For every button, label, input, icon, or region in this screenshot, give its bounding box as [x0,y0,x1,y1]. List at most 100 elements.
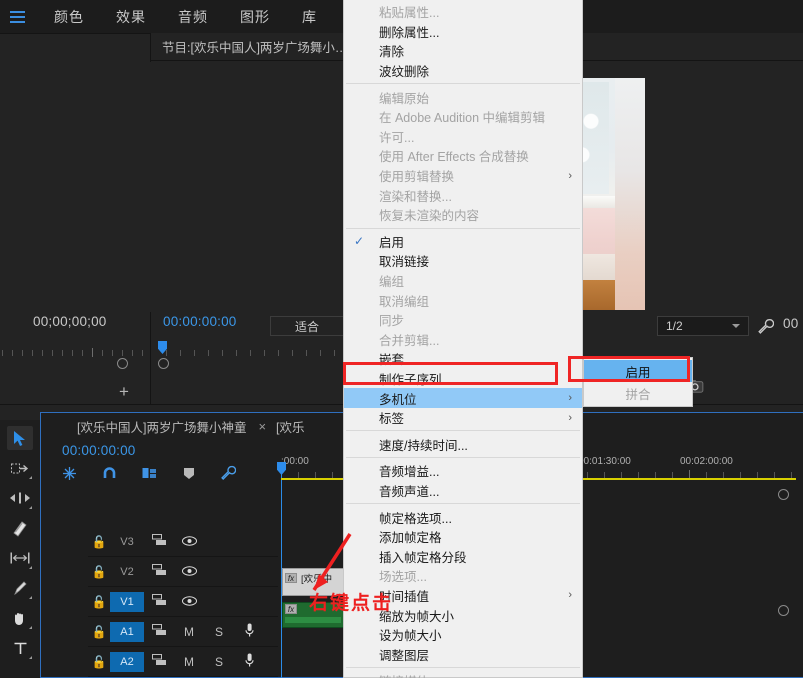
mic-icon[interactable] [234,623,264,640]
menu-item-color[interactable]: 颜色 [38,0,100,33]
track-header-v2[interactable]: 🔓 V2 [88,557,278,587]
resolution-dropdown[interactable]: 1/2 [657,316,749,336]
source-scrub-handle[interactable] [117,358,128,369]
context-menu-item-14[interactable]: 取消链接 [344,251,582,271]
context-menu-item-5: 编辑原始 [344,87,582,107]
track-name-v3[interactable]: V3 [110,532,144,552]
track-header-list: 🔓 V3 🔓 V2 🔓 V1 [88,527,278,678]
program-scrub-handle[interactable] [158,358,169,369]
context-menu-item-13[interactable]: ✓启用 [344,232,582,252]
program-timecode[interactable]: 00:00:00:00 [163,314,237,329]
source-timecode[interactable]: 00;00;00;00 [33,314,107,329]
mute-button[interactable]: M [174,655,204,669]
source-panel-top-divider [0,33,150,34]
timeline-scroll-handle-top[interactable] [778,489,789,500]
hand-tool-icon[interactable] [7,606,33,630]
solo-button[interactable]: S [204,625,234,639]
track-name-v1[interactable]: V1 [110,592,144,612]
timeline-tab-secondary[interactable]: [欢乐 [276,417,304,436]
track-header-v1[interactable]: 🔓 V1 [88,587,278,617]
menu-item-library[interactable]: 库 [286,0,333,33]
context-menu-item-24[interactable]: 速度/持续时间... [344,434,582,454]
source-ruler[interactable] [0,348,148,358]
context-menu-item-30[interactable]: 添加帧定格 [344,527,582,547]
track-name-a2[interactable]: A2 [110,652,144,672]
mute-button[interactable]: M [174,625,204,639]
solo-button[interactable]: S [204,655,234,669]
menu-icon[interactable] [0,11,34,23]
ripple-edit-tool-icon[interactable] [7,486,33,510]
context-menu-item-label: 合并剪辑... [379,330,439,349]
context-menu-item-27[interactable]: 音频声道... [344,481,582,501]
mic-icon[interactable] [234,653,264,670]
context-menu-item-label: 取消编组 [379,291,429,310]
menu-item-effects[interactable]: 效果 [100,0,162,33]
marker-icon[interactable] [183,467,195,480]
menu-separator [346,667,580,668]
timeline-timecode[interactable]: 00:00:00:00 [62,443,136,458]
context-menu-item-19[interactable]: 嵌套... [344,349,582,369]
context-menu-item-label: 许可... [379,127,414,146]
source-add-marker-icon[interactable]: + [119,382,129,402]
slip-tool-icon[interactable] [7,546,33,570]
track-name-a1[interactable]: A1 [110,622,144,642]
eye-icon[interactable] [174,595,204,609]
context-menu-item-38: 链接媒体... [344,671,582,678]
context-menu-item-2[interactable]: 清除 [344,41,582,61]
track-header-v3[interactable]: 🔓 V3 [88,527,278,557]
lock-icon[interactable]: 🔓 [88,565,110,579]
timeline-scroll-handle-bottom[interactable] [778,605,789,616]
sync-lock-icon[interactable] [144,594,174,609]
lock-icon[interactable]: 🔓 [88,535,110,549]
context-menu-item-31[interactable]: 插入帧定格分段 [344,546,582,566]
context-menu-item-22[interactable]: 标签› [344,408,582,428]
context-menu-item-label: 嵌套... [379,349,414,368]
submenu-item-0[interactable]: 启用 [584,360,692,382]
chevron-right-icon: › [568,170,572,182]
context-menu-item-21[interactable]: 多机位› [344,388,582,408]
context-menu-item-label: 编组 [379,271,404,290]
context-menu-item-29[interactable]: 帧定格选项... [344,507,582,527]
context-menu-item-3[interactable]: 波纹删除 [344,61,582,81]
context-menu-item-label: 取消链接 [379,251,429,270]
pen-tool-icon[interactable] [7,576,33,600]
track-header-a2[interactable]: 🔓 A2 M S [88,647,278,677]
track-header-a1[interactable]: 🔓 A1 M S [88,617,278,647]
context-menu-item-15: 编组 [344,271,582,291]
lock-icon[interactable]: 🔓 [88,625,110,639]
fit-dropdown[interactable]: 适合 [270,316,344,336]
menu-item-graphics[interactable]: 图形 [224,0,286,33]
context-menu-item-20[interactable]: 制作子序列 [344,369,582,389]
insert-overwrite-icon[interactable] [62,466,77,481]
context-menu-item-label: 清除 [379,41,404,60]
context-menu-item-0: 粘贴属性... [344,2,582,22]
context-menu-item-26[interactable]: 音频增益... [344,461,582,481]
context-menu-item-label: 粘贴属性... [379,2,439,21]
timeline-tab-active[interactable]: [欢乐中国人]两岁广场舞小神童 × [77,417,266,436]
menu-item-audio[interactable]: 音频 [162,0,224,33]
context-menu-item-1[interactable]: 删除属性... [344,22,582,42]
context-menu-item-36[interactable]: 调整图层 [344,644,582,664]
snap-magnet-icon[interactable] [102,466,117,481]
sync-lock-icon[interactable] [144,654,174,669]
close-icon[interactable]: × [258,419,266,434]
linked-selection-icon[interactable] [142,466,158,481]
track-select-forward-tool-icon[interactable] [7,456,33,480]
wrench-icon[interactable] [757,318,774,335]
eye-icon[interactable] [174,565,204,579]
timeline-settings-wrench-icon[interactable] [220,465,236,481]
resolution-dropdown-label: 1/2 [666,319,683,333]
selection-tool-icon[interactable] [7,426,33,450]
context-menu-item-label: 插入帧定格分段 [379,547,467,566]
lock-icon[interactable]: 🔓 [88,595,110,609]
tool-palette [0,420,40,678]
type-tool-icon[interactable] [7,636,33,660]
sync-lock-icon[interactable] [144,624,174,639]
sync-lock-icon[interactable] [144,534,174,549]
sync-lock-icon[interactable] [144,564,174,579]
track-name-v2[interactable]: V2 [110,562,144,582]
eye-icon[interactable] [174,535,204,549]
context-menu-item-35[interactable]: 设为帧大小 [344,625,582,645]
lock-icon[interactable]: 🔓 [88,655,110,669]
razor-tool-icon[interactable] [7,516,33,540]
